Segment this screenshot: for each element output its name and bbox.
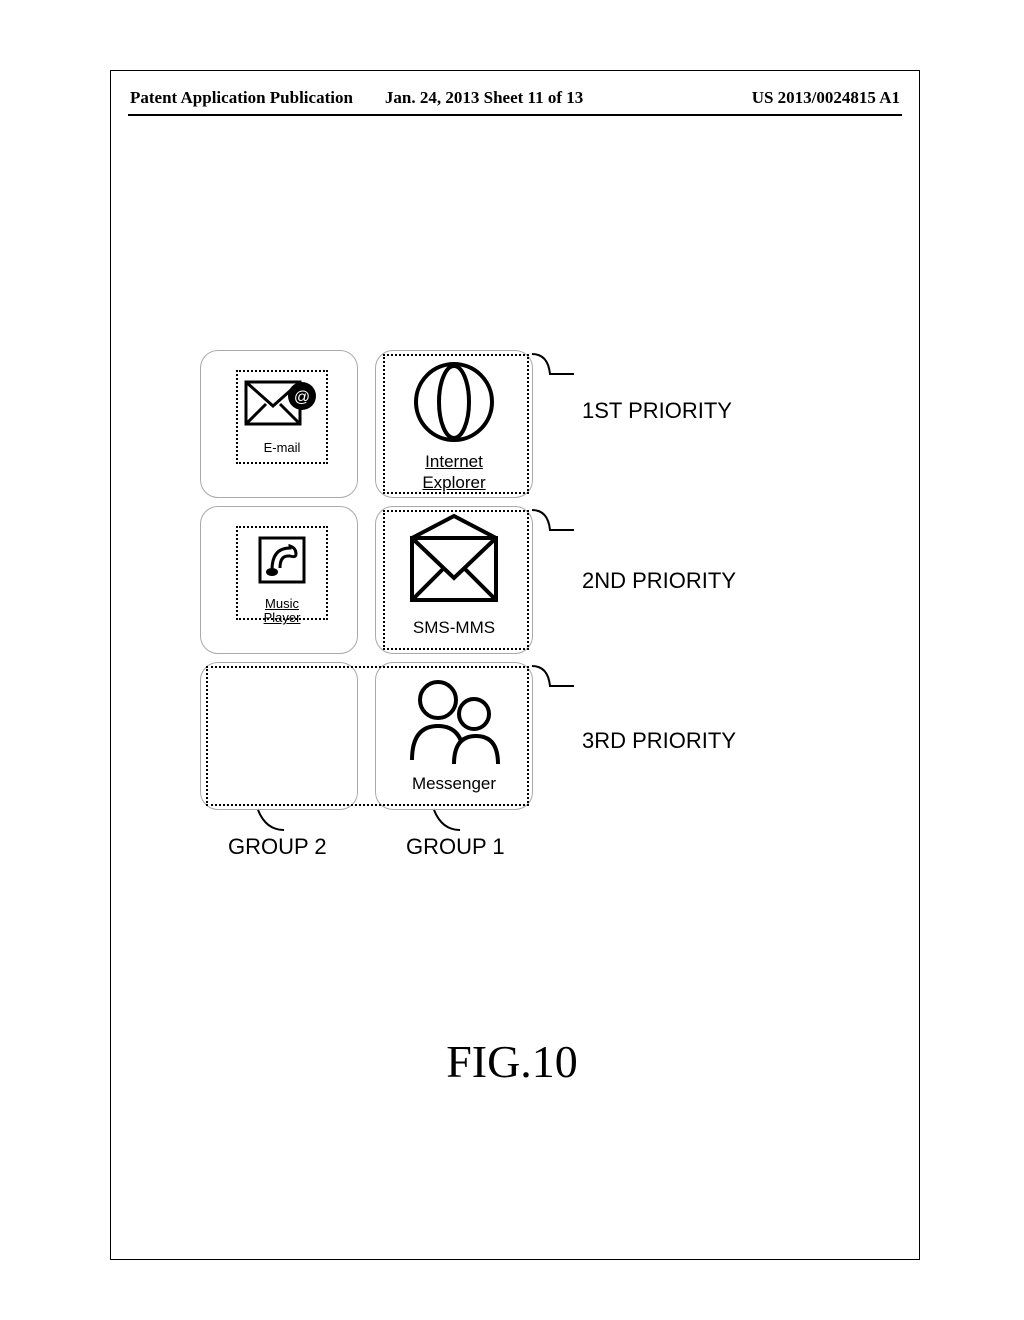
- header-pubnumber: US 2013/0024815 A1: [752, 88, 900, 108]
- label-3rd-priority: 3RD PRIORITY: [582, 728, 736, 754]
- header-date-sheet: Jan. 24, 2013 Sheet 11 of 13: [353, 88, 752, 108]
- email-label: E-mail: [244, 441, 320, 455]
- ie-label-line2: Explorer: [400, 474, 508, 493]
- svg-text:@: @: [294, 389, 310, 406]
- email-icon: @: [244, 376, 320, 434]
- ie-label-line1: Internet: [400, 453, 508, 472]
- browser-icon: [400, 360, 508, 446]
- header-publication: Patent Application Publication: [130, 88, 353, 108]
- figure-caption: FIG.10: [0, 1035, 1024, 1088]
- music-player-app: Music Player: [250, 534, 314, 626]
- label-group1: GROUP 1: [406, 834, 505, 860]
- label-group2: GROUP 2: [228, 834, 327, 860]
- leader-row3: [530, 664, 580, 710]
- messenger-app: Messenger: [398, 672, 510, 794]
- paren-group1: [432, 808, 472, 832]
- label-1st-priority: 1ST PRIORITY: [582, 398, 732, 424]
- page-header: Patent Application Publication Jan. 24, …: [130, 88, 900, 108]
- sms-label: SMS-MMS: [396, 619, 512, 638]
- leader-row2: [530, 508, 580, 554]
- music-label: Music Player: [250, 597, 314, 626]
- leader-row1: [530, 352, 580, 398]
- email-app: @ E-mail: [244, 376, 320, 455]
- envelope-icon: [396, 512, 512, 612]
- internet-explorer-app: Internet Explorer: [400, 360, 508, 492]
- music-icon: [250, 534, 314, 590]
- header-rule: [128, 114, 902, 116]
- people-icon: [398, 672, 510, 768]
- messenger-label: Messenger: [398, 775, 510, 794]
- sms-mms-app: SMS-MMS: [396, 512, 512, 638]
- paren-group2: [256, 808, 296, 832]
- label-2nd-priority: 2ND PRIORITY: [582, 568, 736, 594]
